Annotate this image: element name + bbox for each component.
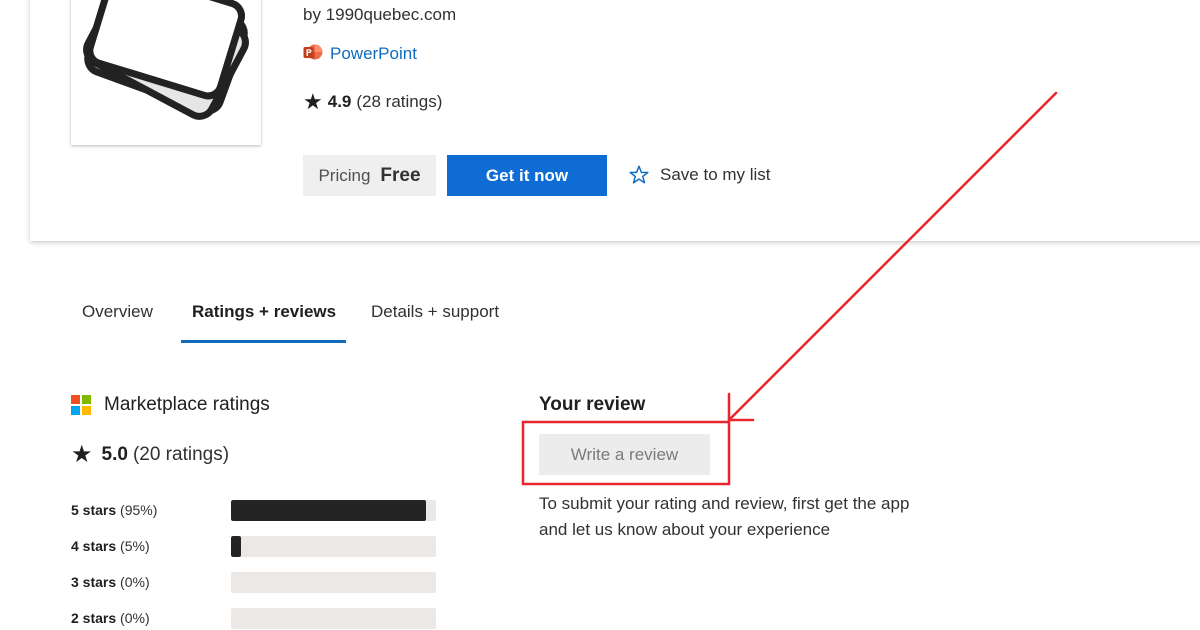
pricing-value: Free bbox=[380, 164, 421, 186]
marketplace-ratings-title: Marketplace ratings bbox=[104, 394, 270, 415]
save-to-list-button[interactable]: Save to my list bbox=[628, 164, 771, 186]
rating-count: (28 ratings) bbox=[356, 92, 443, 111]
overall-rating: ★ 5.0 (20 ratings) bbox=[71, 443, 229, 467]
star-outline-icon bbox=[629, 165, 649, 184]
rating-breakdown-row: 5 stars (95%) bbox=[71, 500, 437, 522]
breakdown-stars: 5 stars bbox=[71, 502, 117, 518]
rating-bar-track bbox=[231, 608, 436, 629]
rating-breakdown-row: 3 stars (0%) bbox=[71, 572, 437, 594]
rating-breakdown-row: 2 stars (0%) bbox=[71, 608, 437, 630]
breakdown-percent: (95%) bbox=[120, 502, 158, 518]
product-link-row[interactable]: PowerPoint bbox=[303, 44, 417, 64]
breakdown-stars: 4 stars bbox=[71, 538, 117, 554]
tab-details-support[interactable]: Details + support bbox=[371, 302, 499, 322]
tab-overview[interactable]: Overview bbox=[82, 302, 153, 322]
star-icon: ★ bbox=[71, 441, 93, 468]
rating-bar-track bbox=[231, 500, 436, 521]
write-review-button[interactable]: Write a review bbox=[539, 434, 710, 475]
breakdown-label: 2 stars (0%) bbox=[71, 610, 150, 626]
get-it-now-button[interactable]: Get it now bbox=[447, 155, 607, 196]
app-logo bbox=[71, 0, 261, 145]
publisher-name: by 1990quebec.com bbox=[303, 5, 457, 24]
pricing-label: Pricing bbox=[318, 165, 371, 185]
rating-bar-track bbox=[231, 536, 436, 557]
cards-icon bbox=[83, 0, 249, 120]
breakdown-stars: 3 stars bbox=[71, 574, 117, 590]
tab-bar: Overview Ratings + reviews Details + sup… bbox=[0, 300, 1200, 344]
overall-rating-count: (20 ratings) bbox=[132, 444, 230, 465]
rating-bar-fill bbox=[231, 500, 426, 521]
breakdown-stars: 2 stars bbox=[71, 610, 117, 626]
product-link[interactable]: PowerPoint bbox=[330, 44, 417, 64]
breakdown-label: 5 stars (95%) bbox=[71, 502, 157, 518]
rating-breakdown-row: 4 stars (5%) bbox=[71, 536, 437, 558]
your-review-title: Your review bbox=[539, 394, 646, 415]
pricing-badge: Pricing Free bbox=[303, 155, 436, 196]
microsoft-logo-icon bbox=[71, 395, 91, 415]
breakdown-percent: (0%) bbox=[120, 574, 150, 590]
rating-value: 4.9 bbox=[327, 92, 352, 111]
active-tab-indicator bbox=[181, 340, 346, 343]
rating-bar-fill bbox=[231, 536, 242, 557]
powerpoint-icon bbox=[303, 44, 323, 60]
review-hint-text: To submit your rating and review, first … bbox=[539, 494, 910, 539]
breakdown-percent: (0%) bbox=[120, 610, 150, 626]
save-to-list-label: Save to my list bbox=[660, 165, 771, 184]
breakdown-label: 4 stars (5%) bbox=[71, 538, 150, 554]
tab-ratings-reviews[interactable]: Ratings + reviews bbox=[192, 302, 336, 322]
breakdown-percent: (5%) bbox=[120, 538, 150, 554]
rating-bar-track bbox=[231, 572, 436, 593]
breakdown-label: 3 stars (0%) bbox=[71, 574, 150, 590]
star-icon: ★ bbox=[303, 89, 323, 114]
app-rating: ★ 4.9 (28 ratings) bbox=[303, 91, 442, 113]
overall-rating-value: 5.0 bbox=[101, 444, 128, 465]
